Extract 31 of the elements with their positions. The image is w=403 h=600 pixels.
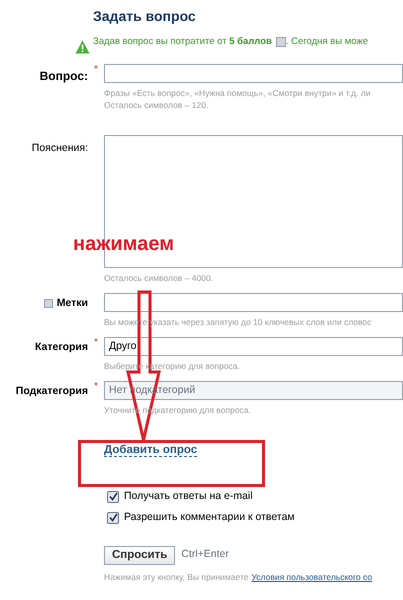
category-select[interactable]: Друго (104, 337, 403, 356)
ask-button[interactable]: Спросить (104, 546, 176, 564)
field-label: Метки (56, 296, 88, 311)
notice-text: Задав вопрос вы потратите от 5 баллов (93, 35, 272, 49)
warning-icon (75, 40, 90, 54)
checkbox[interactable] (107, 512, 119, 524)
question-field[interactable] (104, 64, 403, 83)
checkbox[interactable] (107, 490, 119, 503)
add-poll-link[interactable]: Добавить опрос (104, 444, 198, 457)
shortcut-hint: Ctrl+Enter (181, 547, 229, 562)
option-label: Разрешить комментарии к ответам (124, 510, 295, 525)
page-title: Задать вопрос (93, 7, 197, 26)
field-label: Категория (34, 340, 88, 355)
terms-link[interactable]: Условия пользовательского со (251, 570, 372, 584)
required-mark: * (94, 382, 98, 392)
notice-text: . Сегодня вы може (286, 35, 368, 49)
option-label: Получать ответы на e-mail (124, 489, 253, 504)
required-mark: * (94, 65, 98, 75)
help-icon[interactable] (276, 37, 286, 48)
hint-text: Осталось символов – 4000. (104, 273, 214, 283)
select-value: Друго (109, 338, 137, 354)
field-label: Пояснения: (32, 141, 88, 156)
field-label: Подкатегория (16, 384, 88, 399)
hint-text: Осталось символов – 120. (104, 100, 208, 110)
help-icon[interactable] (44, 299, 53, 308)
required-mark: * (94, 338, 98, 348)
terms-text: Нажимая эту кнопку, Вы принимаете (104, 570, 248, 584)
callout-text: нажимаем (73, 232, 174, 257)
hint-text: Фразы «Есть вопрос», «Нужна помощь», «Смотри внутри» и т.д. ли (104, 88, 370, 98)
field-label: Вопрос: (40, 68, 88, 85)
tags-field[interactable] (104, 293, 403, 312)
